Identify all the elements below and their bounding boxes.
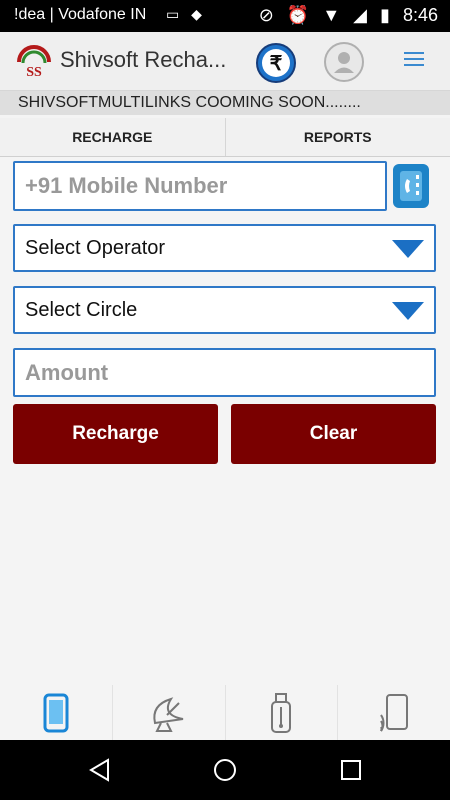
tab-recharge[interactable]: RECHARGE <box>0 118 226 156</box>
clock: 8:46 <box>402 5 438 25</box>
circle-select-label: Select Circle <box>25 299 138 321</box>
app-title: Shivsoft Recha... <box>60 47 227 72</box>
amount-input[interactable] <box>15 350 434 395</box>
status-bar: !dea | Vodafone IN ▭ ◆ ⊘ ⏰ ▼ ◢ ▮ 8:46 <box>0 0 450 32</box>
tool-datacard[interactable] <box>226 685 339 741</box>
wallet-button[interactable]: ₹ <box>256 43 296 83</box>
dth-dish-icon <box>153 697 183 732</box>
wifi-icon: ▼ <box>322 5 341 25</box>
message-icon: ▭ <box>166 6 180 22</box>
profile-button[interactable] <box>324 42 364 82</box>
svg-text:SS: SS <box>26 65 42 78</box>
contact-book-icon <box>400 171 422 201</box>
chevron-down-icon <box>392 240 424 258</box>
contacts-button[interactable] <box>393 164 429 208</box>
chevron-down-icon <box>392 302 424 320</box>
operator-select-label: Select Operator <box>25 237 166 259</box>
battery-icon: ▮ <box>380 5 390 25</box>
circle-select[interactable]: Select Circle <box>13 286 436 334</box>
carrier-label: !dea | Vodafone IN <box>14 6 147 23</box>
user-icon <box>334 52 354 73</box>
app-logo: SS <box>16 42 52 80</box>
tool-prepaid[interactable] <box>338 685 450 741</box>
menu-icon-bar <box>404 64 424 66</box>
operator-select[interactable]: Select Operator <box>13 224 436 272</box>
mobile-number-input[interactable] <box>15 163 385 209</box>
mobile-icon <box>43 693 69 733</box>
back-icon[interactable] <box>88 758 112 782</box>
tab-reports[interactable]: REPORTS <box>226 118 450 156</box>
tool-dth[interactable] <box>113 685 226 741</box>
menu-icon-bar <box>404 52 424 54</box>
mobile-number-field[interactable] <box>13 161 387 211</box>
service-toolbar <box>0 685 450 741</box>
news-ticker: SHIVSOFTMULTILINKS COOMING SOON........ <box>0 91 450 115</box>
menu-button[interactable] <box>404 52 424 68</box>
prepaid-signal-icon <box>380 694 409 732</box>
tool-mobile[interactable] <box>0 685 113 741</box>
status-icons: ▭ ◆ <box>166 6 210 23</box>
menu-icon-bar <box>404 58 424 60</box>
home-icon[interactable] <box>212 757 238 783</box>
system-nav-bar <box>0 740 450 800</box>
app-bar: SS Shivsoft Recha... ₹ <box>0 32 450 91</box>
recharge-button[interactable]: Recharge <box>13 404 218 464</box>
rupee-icon: ₹ <box>262 49 290 77</box>
alarm-icon: ⏰ <box>286 5 310 25</box>
amount-field[interactable] <box>13 348 436 397</box>
notification-icon: ◆ <box>191 6 202 22</box>
tab-bar: RECHARGE REPORTS <box>0 118 450 157</box>
datacard-usb-icon <box>271 693 292 733</box>
clear-button[interactable]: Clear <box>231 404 436 464</box>
signal-icon: ◢ <box>353 5 368 25</box>
logo-icon: SS <box>17 45 51 80</box>
status-right: ⊘ ⏰ ▼ ◢ ▮ 8:46 <box>259 5 438 26</box>
recent-apps-icon[interactable] <box>340 759 362 781</box>
dnd-icon: ⊘ <box>258 5 274 25</box>
